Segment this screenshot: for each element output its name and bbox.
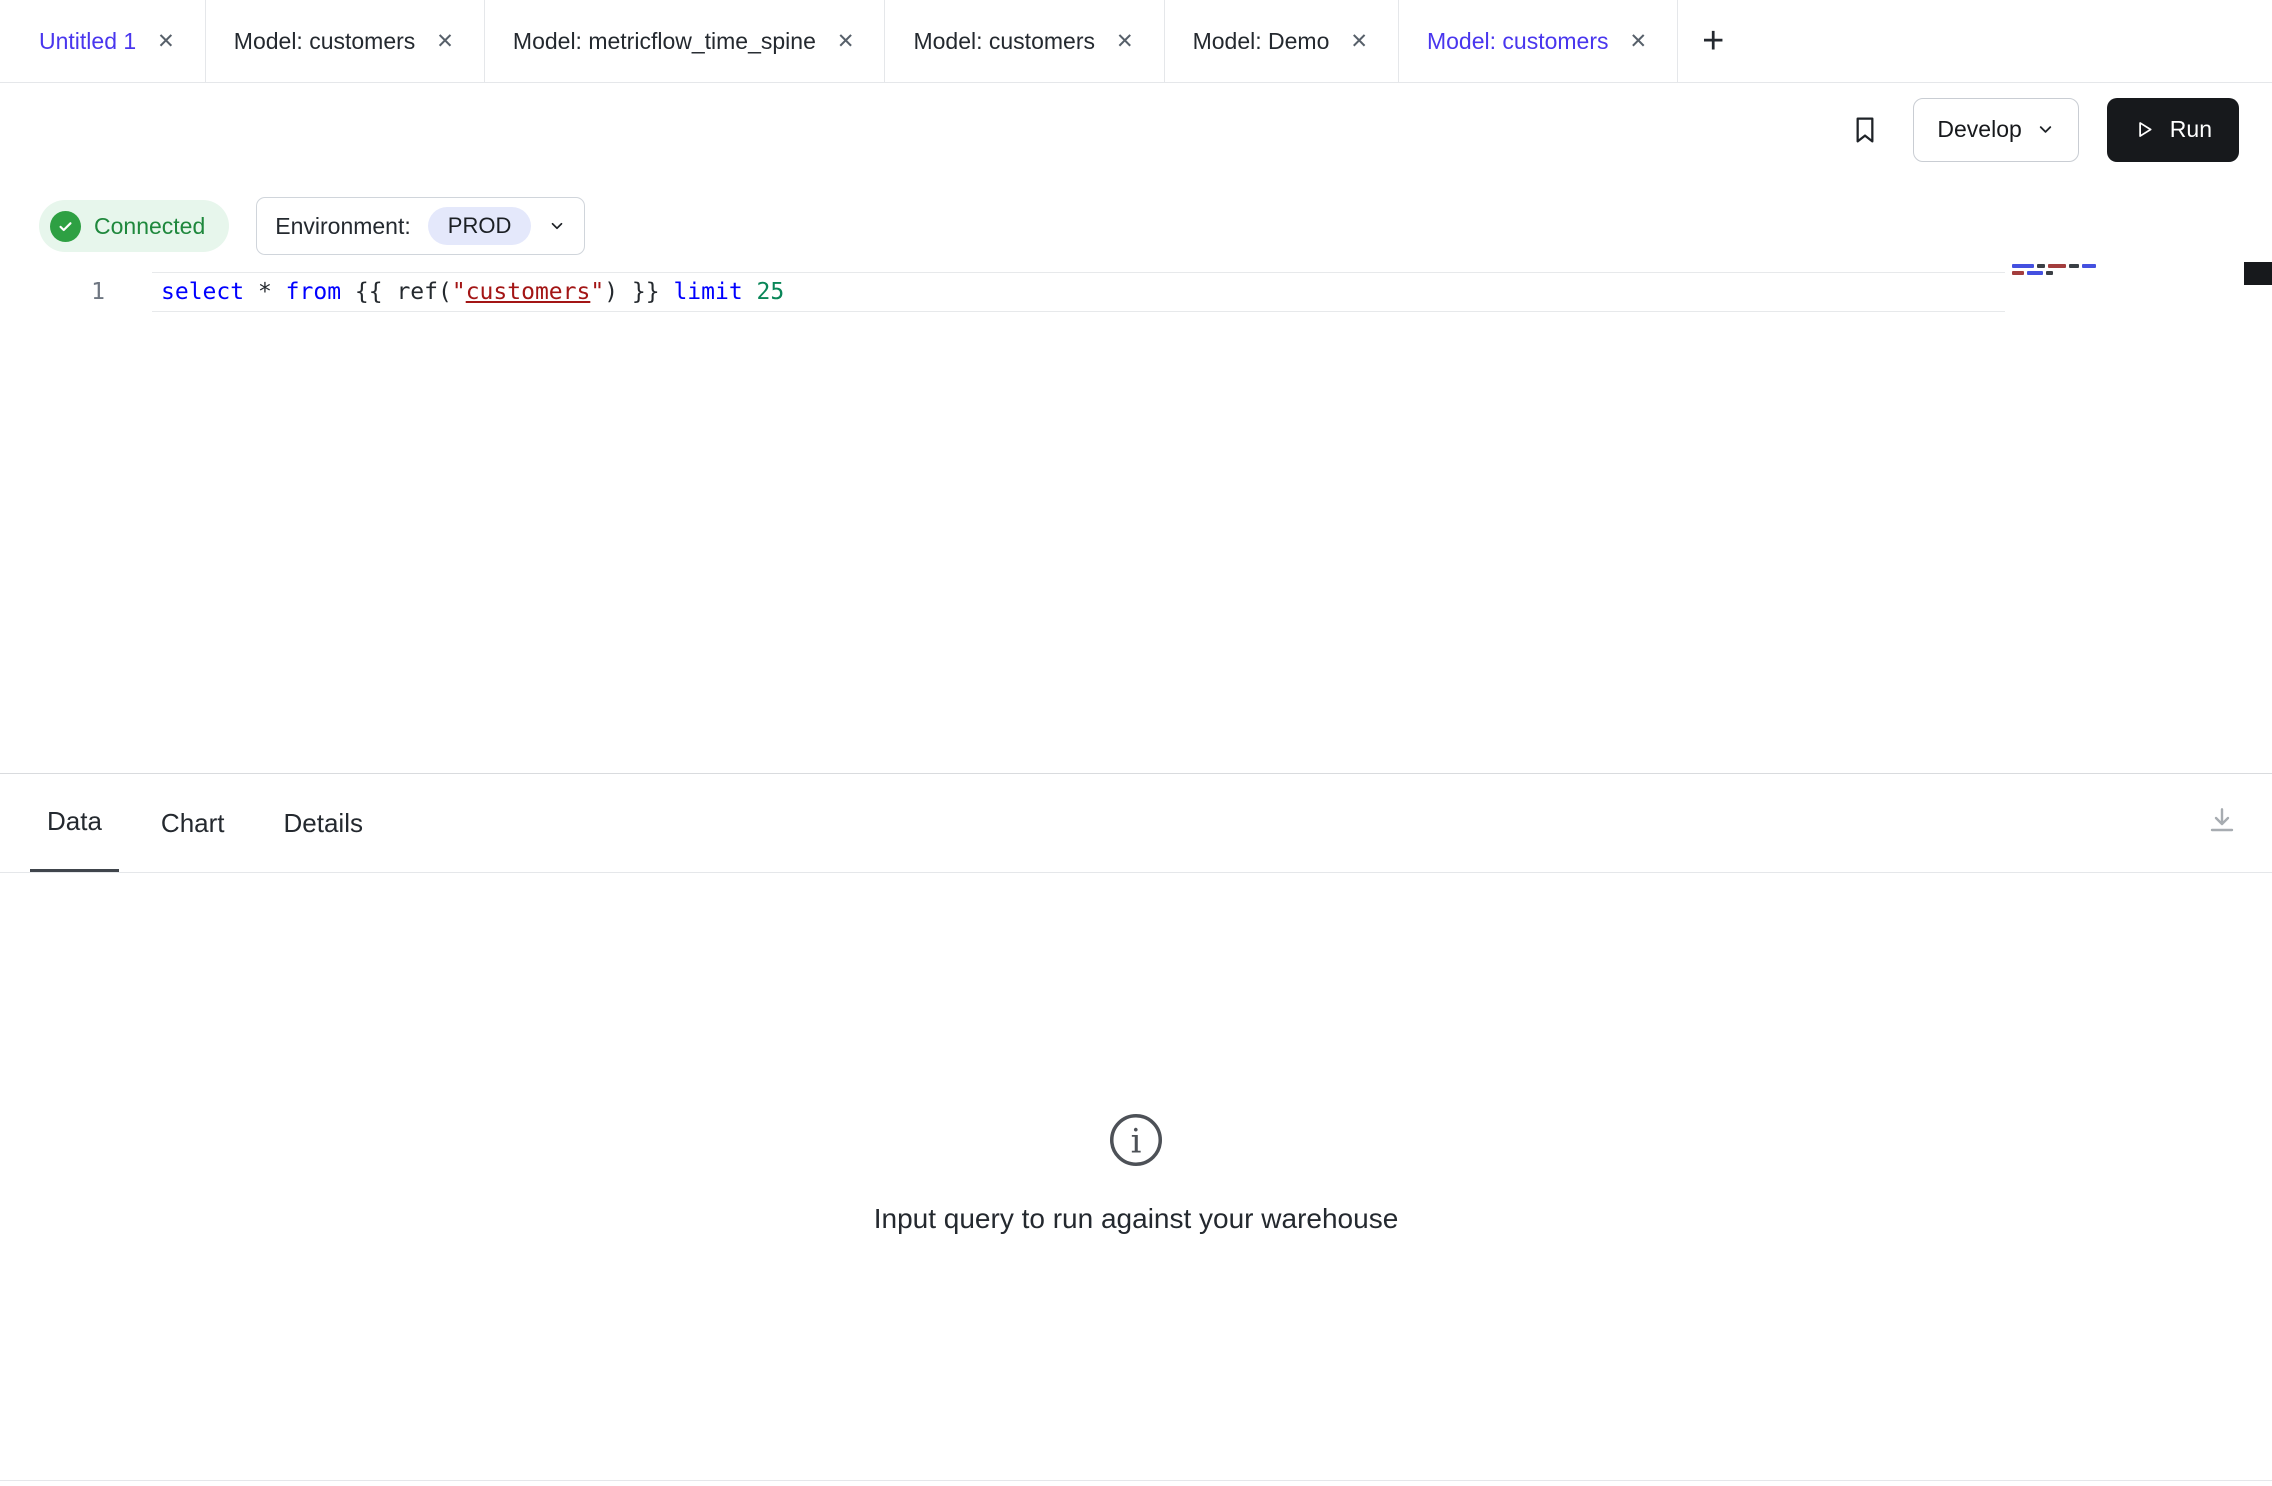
tab-model-demo[interactable]: Model: Demo ✕ (1165, 0, 1399, 82)
tab-data[interactable]: Data (30, 774, 119, 872)
develop-label: Develop (1937, 116, 2021, 143)
play-icon (2134, 119, 2155, 140)
ref-link[interactable]: customers (466, 279, 591, 305)
plus-icon: + (1702, 20, 1724, 63)
line-number: 1 (0, 272, 130, 312)
add-tab-button[interactable]: + (1678, 0, 1748, 82)
check-circle-icon (50, 211, 81, 242)
tab-model-customers-3[interactable]: Model: customers ✕ (1399, 0, 1678, 82)
download-results-button[interactable] (2202, 800, 2242, 840)
close-icon[interactable]: ✕ (434, 29, 456, 54)
tab-label: Model: metricflow_time_spine (513, 28, 816, 55)
svg-text:i: i (1131, 1122, 1142, 1161)
tab-label: Model: customers (1427, 28, 1609, 55)
code-line-1[interactable]: 1 select * from {{ ref("customers") }} l… (0, 272, 2272, 312)
bookmark-button[interactable] (1845, 110, 1885, 150)
tab-label: Model: customers (234, 28, 416, 55)
connection-status-label: Connected (94, 213, 205, 240)
toolbar: Develop Run (0, 83, 2272, 176)
sql-editor[interactable]: 1 select * from {{ ref("customers") }} l… (0, 262, 2272, 773)
code-text[interactable]: select * from {{ ref("customers") }} lim… (130, 272, 784, 312)
tab-model-customers-2[interactable]: Model: customers ✕ (885, 0, 1164, 82)
ide-window: Untitled 1 ✕ Model: customers ✕ Model: m… (0, 0, 2272, 1486)
develop-menu-button[interactable]: Develop (1913, 98, 2078, 162)
tab-label: Data (47, 806, 102, 837)
tab-label: Model: Demo (1193, 28, 1330, 55)
tab-label: Untitled 1 (39, 28, 136, 55)
tab-untitled-1[interactable]: Untitled 1 ✕ (0, 0, 206, 82)
info-icon: i (1106, 1110, 1166, 1175)
connection-status-badge: Connected (39, 200, 229, 252)
minimap (2012, 264, 2104, 278)
tab-model-customers-1[interactable]: Model: customers ✕ (206, 0, 485, 82)
environment-selector[interactable]: Environment: PROD (256, 197, 585, 255)
editor-tabbar: Untitled 1 ✕ Model: customers ✕ Model: m… (0, 0, 2272, 83)
bookmark-icon (1849, 114, 1881, 146)
results-tabbar: Data Chart Details (0, 774, 2272, 873)
empty-state-message: Input query to run against your warehous… (0, 1203, 2272, 1235)
tab-label: Model: customers (913, 28, 1095, 55)
close-icon[interactable]: ✕ (835, 29, 857, 54)
status-bar: Connected Environment: PROD (39, 197, 585, 255)
close-icon[interactable]: ✕ (1114, 29, 1136, 54)
chevron-down-icon (548, 217, 566, 235)
tab-chart[interactable]: Chart (144, 774, 242, 872)
run-button[interactable]: Run (2107, 98, 2239, 162)
tab-label: Chart (161, 808, 225, 839)
chevron-down-icon (2036, 120, 2055, 139)
environment-label: Environment: (275, 213, 411, 240)
tab-label: Details (284, 808, 363, 839)
close-icon[interactable]: ✕ (1628, 29, 1650, 54)
close-icon[interactable]: ✕ (1348, 29, 1370, 54)
bottom-divider (0, 1480, 2272, 1481)
close-icon[interactable]: ✕ (155, 29, 177, 54)
tab-details[interactable]: Details (267, 774, 380, 872)
editor-scrollbar-thumb[interactable] (2244, 262, 2272, 285)
run-label: Run (2170, 116, 2212, 143)
download-icon (2206, 804, 2238, 836)
environment-value-badge: PROD (428, 207, 532, 245)
tab-model-metricflow-time-spine[interactable]: Model: metricflow_time_spine ✕ (485, 0, 886, 82)
